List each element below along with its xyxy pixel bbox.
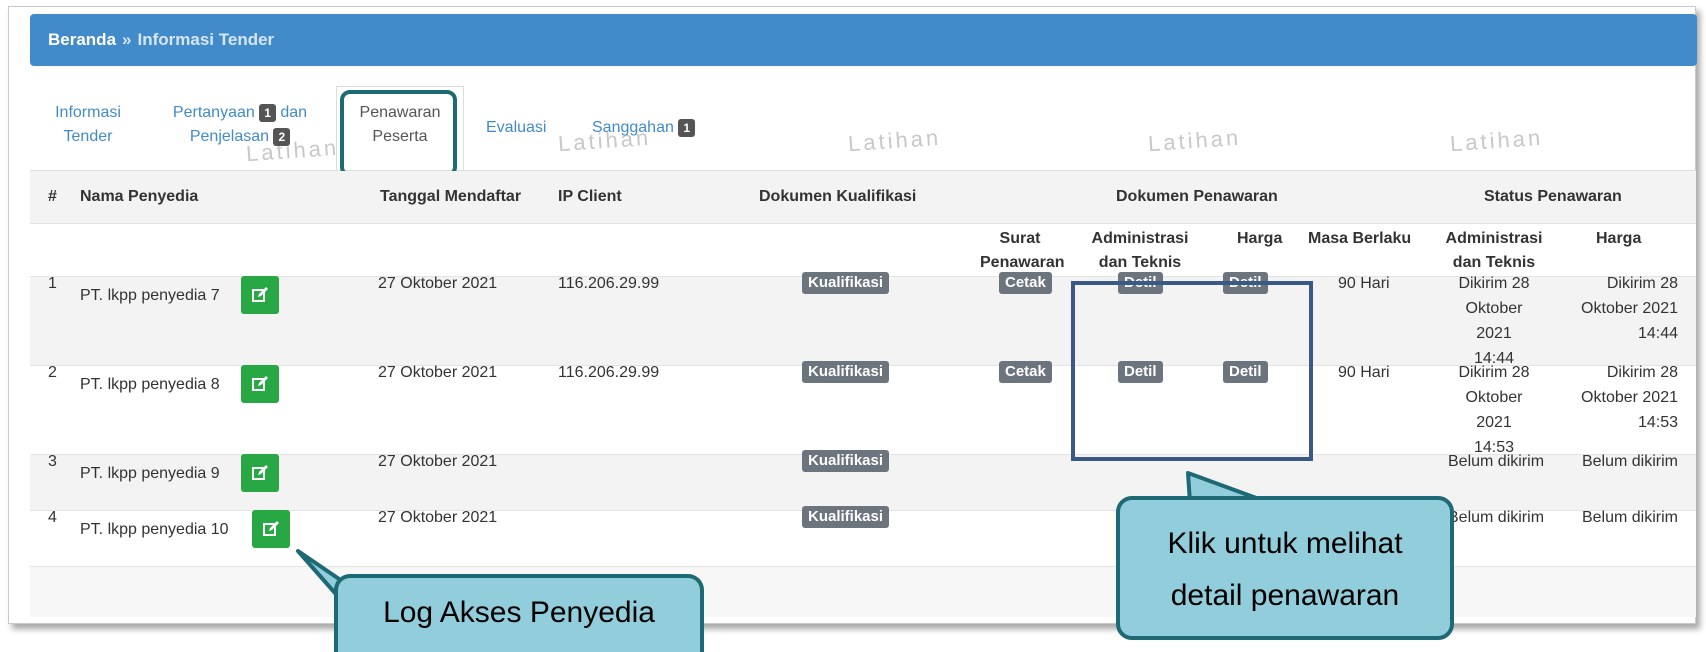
provider-name: PT. lkpp penyedia 8	[80, 376, 220, 393]
subheader-admin: Administrasi dan Teknis	[1080, 227, 1200, 275]
status-admin: Dikirim 28 Oktober 2021 14:44	[1446, 271, 1542, 371]
active-tab-highlight	[340, 90, 457, 177]
ip-client: 116.206.29.99	[558, 364, 660, 381]
edit-icon	[252, 465, 268, 480]
status-harga: Belum dikirim	[1581, 453, 1678, 470]
status-harga: Dikirim 28 Oktober 2021 14:53	[1568, 360, 1678, 435]
tab-informasi-tender[interactable]: Informasi Tender	[48, 101, 128, 149]
cetak-label[interactable]: Cetak	[999, 272, 1052, 294]
access-log-button[interactable]	[241, 454, 279, 492]
row-number: 4	[48, 509, 57, 526]
callout-text: Log Akses Penyedia	[383, 596, 655, 629]
status-harga: Belum dikirim	[1581, 509, 1678, 526]
breadcrumb-home-link[interactable]: Beranda	[48, 30, 116, 50]
ip-client: 116.206.29.99	[558, 275, 660, 292]
register-date: 27 Oktober 2021	[378, 364, 498, 381]
cetak-label[interactable]: Cetak	[999, 361, 1052, 383]
row-number: 1	[48, 275, 57, 292]
status-text: Dikirim 28	[1606, 364, 1678, 381]
edit-icon	[252, 287, 268, 302]
col-header-tanggal: Tanggal Mendaftar	[380, 188, 522, 205]
access-log-button[interactable]	[241, 365, 279, 403]
col-header-penawaran: Dokumen Penawaran	[1116, 188, 1278, 205]
count-badge: 1	[678, 118, 695, 137]
row-number: 3	[48, 453, 57, 470]
kualifikasi-label[interactable]: Kualifikasi	[802, 361, 890, 383]
subheader-label: Administrasi	[1445, 230, 1543, 247]
tab-label: Penjelasan	[189, 128, 270, 145]
count-badge: 2	[273, 127, 291, 146]
row-divider	[30, 223, 1696, 224]
status-text: Dikirim 28	[1458, 275, 1530, 292]
callout-log-akses: Log Akses Penyedia	[334, 574, 704, 652]
tab-pertanyaan-penjelasan[interactable]: Pertanyaan 1 dan Penjelasan 2	[160, 101, 320, 149]
callout-text: detail penawaran	[1170, 579, 1400, 612]
status-text: Oktober 2021	[1581, 300, 1678, 317]
access-log-button[interactable]	[241, 276, 279, 314]
register-date: 27 Oktober 2021	[378, 275, 498, 292]
breadcrumb-current: Informasi Tender	[137, 30, 275, 49]
tab-evaluasi[interactable]: Evaluasi	[486, 116, 546, 140]
row-number: 2	[48, 364, 57, 381]
status-text: Oktober 2021	[1581, 389, 1678, 406]
callout-detail-penawaran: Klik untuk melihat detail penawaran	[1116, 496, 1454, 640]
tab-label: Sanggahan	[592, 119, 674, 136]
breadcrumb-separator: »	[122, 30, 132, 49]
detail-highlight-box	[1071, 281, 1313, 461]
status-harga: Dikirim 28 Oktober 2021 14:44	[1568, 271, 1678, 346]
status-admin: Belum dikirim	[1448, 453, 1545, 470]
col-header-number: #	[48, 188, 57, 205]
provider-name: PT. lkpp penyedia 7	[80, 287, 220, 304]
subheader-status-admin: Administrasi dan Teknis	[1434, 227, 1554, 275]
col-header-nama: Nama Penyedia	[80, 188, 199, 205]
subheader-surat: Surat Penawaran	[980, 227, 1064, 275]
subheader-masa: Masa Berlaku	[1308, 230, 1412, 247]
status-text: Oktober 2021	[1465, 389, 1523, 431]
kualifikasi-label[interactable]: Kualifikasi	[802, 272, 890, 294]
validity-period: 90 Hari	[1338, 364, 1390, 381]
tab-label: Informasi	[55, 104, 121, 121]
subheader-label: Surat	[999, 230, 1041, 247]
validity-period: 90 Hari	[1338, 275, 1390, 292]
status-text: 14:44	[1637, 325, 1678, 342]
edit-icon	[252, 376, 268, 391]
tab-label: Tender	[63, 128, 113, 145]
status-text: 14:53	[1637, 414, 1678, 431]
register-date: 27 Oktober 2021	[378, 453, 498, 470]
provider-name: PT. lkpp penyedia 10	[80, 521, 229, 538]
tab-sanggahan[interactable]: Sanggahan 1	[592, 116, 695, 140]
subheader-status-harga: Harga	[1596, 230, 1642, 247]
col-header-kualifikasi: Dokumen Kualifikasi	[759, 188, 917, 205]
tab-label: dan	[280, 104, 308, 121]
status-text: Dikirim 28	[1458, 364, 1530, 381]
kualifikasi-label[interactable]: Kualifikasi	[802, 506, 890, 528]
register-date: 27 Oktober 2021	[378, 509, 498, 526]
col-header-ip: IP Client	[558, 188, 622, 205]
status-admin: Dikirim 28 Oktober 2021 14:53	[1446, 360, 1542, 460]
subheader-harga: Harga	[1237, 230, 1283, 247]
breadcrumb: Beranda » Informasi Tender	[30, 14, 1697, 66]
provider-name: PT. lkpp penyedia 9	[80, 465, 220, 482]
access-log-button[interactable]	[252, 510, 290, 548]
edit-icon	[263, 521, 279, 536]
subheader-label: Administrasi	[1091, 230, 1189, 247]
count-badge: 1	[259, 103, 276, 122]
status-text: Dikirim 28	[1606, 275, 1678, 292]
kualifikasi-label[interactable]: Kualifikasi	[802, 450, 890, 472]
status-text: Oktober 2021	[1465, 300, 1523, 342]
callout-text: Klik untuk melihat	[1167, 527, 1403, 560]
col-header-status: Status Penawaran	[1484, 188, 1622, 205]
status-admin: Belum dikirim	[1448, 509, 1545, 526]
tab-label: Pertanyaan	[172, 104, 255, 121]
